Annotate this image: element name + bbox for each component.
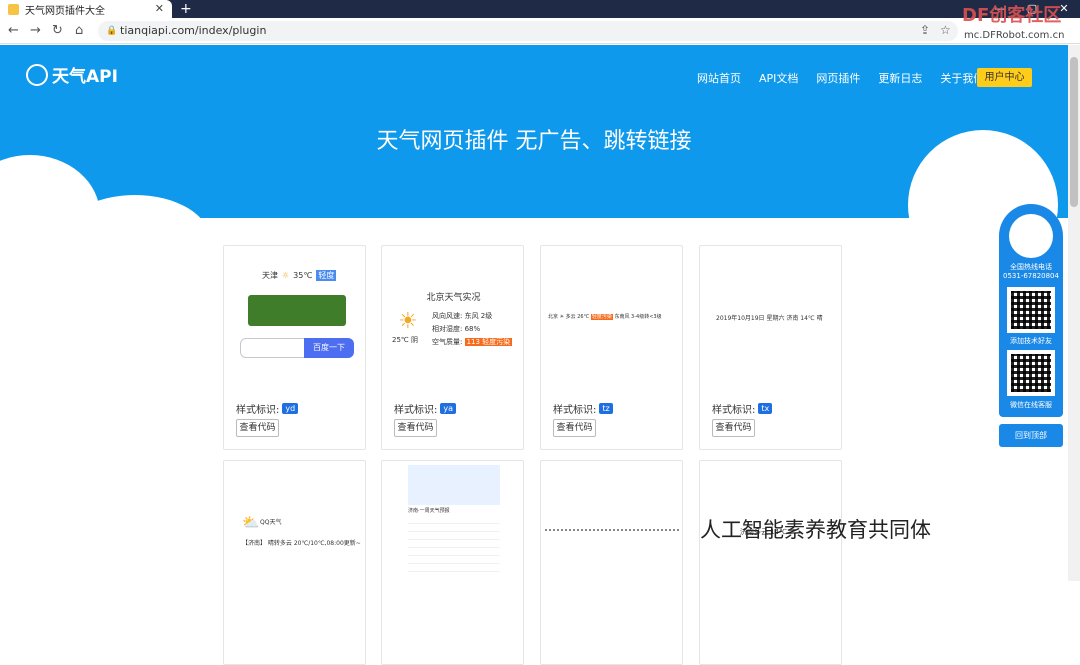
style-label-text: 样式标识: <box>712 405 756 416</box>
tab-close-icon[interactable]: ✕ <box>155 2 164 15</box>
preview-line: 北京 ☀ 多云 26℃ 轻度污染 东南风 3-4级转<3级 <box>548 313 662 320</box>
preview-line1: QQ天气 <box>260 519 282 526</box>
style-code-badge: tx <box>758 403 773 414</box>
df-watermark: DF创客社区 <box>962 5 1062 26</box>
contact-side-panel: 全国热线电话 0531-67820804 添加技术好友 微信在线客服 <box>999 204 1063 417</box>
home-icon[interactable]: ⌂ <box>75 23 83 38</box>
hero-banner: 天气API 网站首页 API文档 网页插件 更新日志 关于我们 用户中心 天气网… <box>0 45 1068 218</box>
avatar <box>1009 214 1053 258</box>
preview-wind: 风向风速: 东风 2级 <box>432 312 493 320</box>
weekly-preview-table <box>408 516 500 576</box>
preview-tag: 轻度 <box>316 270 337 281</box>
style-code-badge: yd <box>282 403 299 414</box>
preview-city: 天津 <box>262 271 278 280</box>
weather-icon: ⛅ <box>242 515 260 531</box>
preview-humidity: 相对湿度: 68% <box>432 325 481 333</box>
back-icon[interactable]: ← <box>8 23 19 38</box>
nav-plugins[interactable]: 网页插件 <box>816 70 860 86</box>
style-code-badge: ya <box>440 403 457 414</box>
address-bar-row: ← → ↻ ⌂ 🔒 tianqiapi.com/index/plugin ⇪ ☆ <box>0 18 1080 44</box>
url-field[interactable]: 🔒 tianqiapi.com/index/plugin <box>98 21 958 41</box>
view-code-button[interactable]: 查看代码 <box>236 419 279 437</box>
plugin-card-weekly: 济南·一周天气预报 <box>381 460 524 665</box>
preview-tag: 轻度污染 <box>590 314 613 320</box>
preview-weather: 济南 14℃ 晴 <box>786 315 823 322</box>
user-center-button[interactable]: 用户中心 <box>977 68 1032 87</box>
browser-tab[interactable]: 天气网页插件大全 ✕ <box>0 0 172 18</box>
reload-icon[interactable]: ↻ <box>52 23 63 38</box>
browser-tabbar: 天气网页插件大全 ✕ + — ▢ ✕ <box>0 0 1080 18</box>
preview-line: 2019年10月19日 星期六 济南 14℃ 晴 <box>716 313 823 322</box>
add-friend-label: 添加技术好友 <box>1010 337 1052 345</box>
view-code-button[interactable]: 查看代码 <box>712 419 755 437</box>
plugin-card-marquee: 济南多云 14℃ <box>699 460 842 665</box>
top-nav: 网站首页 API文档 网页插件 更新日志 关于我们 <box>697 70 984 86</box>
style-label: 样式标识: tz <box>553 401 613 416</box>
nav-home[interactable]: 网站首页 <box>697 70 741 86</box>
preview-line2: 【济南】 晴转多云 20℃/10℃,08:00更新~ <box>242 540 361 547</box>
weekly-preview-header <box>408 465 500 505</box>
sun-icon: ☼ <box>282 271 290 280</box>
view-code-button[interactable]: 查看代码 <box>553 419 596 437</box>
ticker-preview-line <box>545 529 680 531</box>
preview-temp: 35℃ <box>293 271 313 280</box>
preview-details: 风向风速: 东风 2级 相对湿度: 68% 空气质量: 113 轻度污染 <box>432 310 513 349</box>
lock-icon: 🔒 <box>106 26 118 36</box>
style-label-text: 样式标识: <box>553 405 597 416</box>
preview-wind: 东南风 3-4级转<3级 <box>614 314 662 320</box>
qr-code-service <box>1007 350 1055 396</box>
scrollbar-thumb[interactable] <box>1070 57 1078 207</box>
tab-title: 天气网页插件大全 <box>25 5 105 17</box>
url-text: tianqiapi.com/index/plugin <box>120 24 267 37</box>
plugin-card-ya: 北京天气实况 ☀ 风向风速: 东风 2级 相对湿度: 68% 空气质量: 113… <box>381 245 524 450</box>
baidu-search-button[interactable]: 百度一下 <box>304 338 354 358</box>
baidu-logo <box>248 295 346 326</box>
page-title: 天气网页插件 无广告、跳转链接 <box>376 129 692 154</box>
preview-aqi-label: 空气质量: <box>432 338 463 346</box>
qr-code-tech <box>1007 287 1055 333</box>
plugin-card-yd: 天津 ☼ 35℃ 轻度 百度一下 样式标识: yd 查看代码 <box>223 245 366 450</box>
df-watermark-url: mc.DFRobot.com.cn <box>964 30 1065 41</box>
style-label-text: 样式标识: <box>236 405 280 416</box>
logo-text: 天气API <box>52 67 118 87</box>
back-to-top-button[interactable]: 回到顶部 <box>999 424 1063 447</box>
preview-title: 北京天气实况 <box>426 293 481 303</box>
preview-text: 北京 ☀ 多云 26℃ <box>548 314 590 320</box>
forward-icon[interactable]: → <box>30 23 41 38</box>
baidu-search-input[interactable] <box>240 338 306 358</box>
site-logo[interactable]: 天气API <box>26 62 118 87</box>
style-label: 样式标识: yd <box>236 401 299 416</box>
preview-aqi-badge: 113 轻度污染 <box>464 338 513 346</box>
bookmark-star-icon[interactable]: ☆ <box>940 23 951 37</box>
sun-icon: ☀ <box>398 309 418 334</box>
weekly-preview-title: 济南·一周天气预报 <box>408 508 450 514</box>
share-icon[interactable]: ⇪ <box>920 23 930 37</box>
logo-icon <box>26 63 48 86</box>
hotline-phone: 0531-67820804 <box>1003 272 1059 280</box>
page-scrollbar[interactable] <box>1068 45 1080 581</box>
preview-aqi-row: 空气质量: 113 轻度污染 <box>432 336 513 349</box>
plugin-card-ticker <box>540 460 683 665</box>
plugin-card-tz: 北京 ☀ 多云 26℃ 轻度污染 东南风 3-4级转<3级 样式标识: tz 查看… <box>540 245 683 450</box>
view-code-button[interactable]: 查看代码 <box>394 419 437 437</box>
style-label-text: 样式标识: <box>394 405 438 416</box>
style-label: 样式标识: ya <box>394 401 457 416</box>
tab-favicon-icon <box>8 3 19 15</box>
new-tab-button[interactable]: + <box>180 0 192 18</box>
plugin-card-tx: 2019年10月19日 星期六 济南 14℃ 晴 样式标识: tx 查看代码 <box>699 245 842 450</box>
hotline-label: 全国热线电话 <box>1010 263 1052 271</box>
customer-service-label: 微信在线客服 <box>1010 401 1052 409</box>
card-preview-weather: 天津 ☼ 35℃ 轻度 <box>262 270 337 281</box>
style-label: 样式标识: tx <box>712 401 773 416</box>
preview-date: 2019年10月19日 星期六 <box>716 315 785 322</box>
plugin-card-qq: ⛅ QQ天气 【济南】 晴转多云 20℃/10℃,08:00更新~ <box>223 460 366 665</box>
nav-api-docs[interactable]: API文档 <box>759 70 798 86</box>
style-code-badge: tz <box>599 403 613 414</box>
preview-temp: 25℃ 阴 <box>392 336 418 344</box>
nav-changelog[interactable]: 更新日志 <box>878 70 922 86</box>
community-watermark: 人工智能素养教育共同体 <box>700 518 931 542</box>
